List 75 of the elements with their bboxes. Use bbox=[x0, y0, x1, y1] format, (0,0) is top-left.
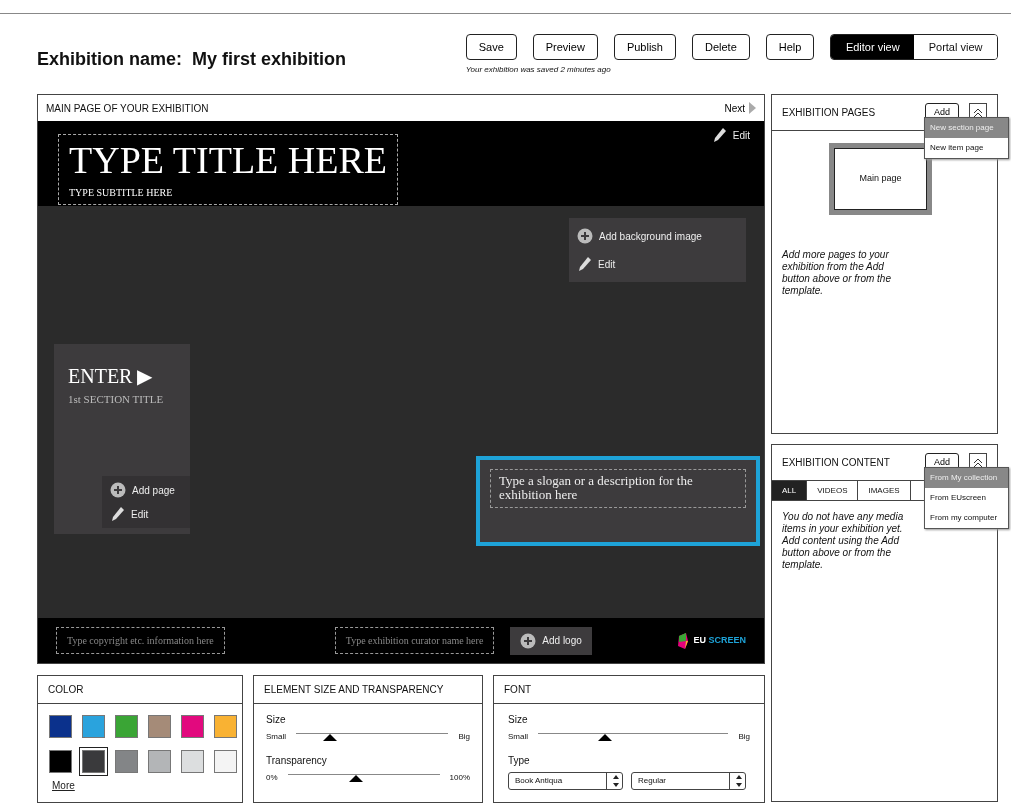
select-field[interactable]: Book Antiqua bbox=[508, 772, 623, 790]
toolbar-button[interactable]: Save bbox=[465, 34, 517, 60]
panel-title: EXHIBITION CONTENT bbox=[782, 456, 890, 470]
action-button[interactable]: Edit bbox=[102, 502, 157, 526]
curator-field[interactable]: Type exhibition curator name here bbox=[334, 627, 495, 654]
logo-icon bbox=[677, 632, 690, 649]
toolbar-button[interactable]: Help bbox=[765, 34, 815, 60]
type-label: Type bbox=[508, 754, 531, 768]
slider-max-label: 100% bbox=[449, 772, 470, 784]
panel-title: FONT bbox=[494, 676, 764, 704]
color-swatch[interactable] bbox=[145, 747, 174, 776]
slider-thumb[interactable] bbox=[322, 734, 337, 741]
menu-item[interactable]: From my computer bbox=[925, 508, 1008, 528]
content-tab[interactable]: ALL bbox=[772, 481, 808, 500]
slogan-field[interactable]: Type a slogan or a description for the exhibition here bbox=[490, 469, 746, 508]
color-swatch[interactable] bbox=[211, 712, 240, 741]
action-button[interactable]: Edit bbox=[569, 250, 624, 278]
title-placeholder: TYPE TITLE HERE bbox=[69, 141, 388, 181]
empty-hint: Add more pages to your exhibition from the Add button above or from the template. bbox=[780, 249, 892, 297]
triangle-icon bbox=[749, 102, 756, 114]
select-field[interactable]: Regular bbox=[631, 772, 746, 790]
title-field[interactable]: TYPE TITLE HERE TYPE SUBTITLE HERE bbox=[58, 134, 399, 205]
save-status: Your exhibition was saved 2 minutes ago bbox=[465, 64, 612, 76]
slider-label: Size bbox=[266, 713, 287, 727]
plus-icon bbox=[110, 482, 126, 498]
empty-hint: You do not have any media items in your exhibition yet. Add content using the Add button above or from the template. bbox=[780, 511, 905, 571]
spinner-icon bbox=[729, 772, 745, 790]
color-swatch[interactable] bbox=[112, 712, 141, 741]
slider-thumb[interactable] bbox=[597, 734, 612, 741]
menu-item[interactable]: From EUscreen bbox=[925, 488, 1008, 508]
copyright-field[interactable]: Type copyright etc. information here bbox=[56, 627, 225, 654]
panel-title: MAIN PAGE OF YOUR EXHIBITION bbox=[46, 101, 209, 116]
slider-min-label: Small bbox=[266, 731, 286, 743]
chevron-icon bbox=[972, 106, 984, 119]
color-swatch[interactable] bbox=[79, 747, 108, 776]
chevron-icon bbox=[972, 456, 984, 469]
color-swatch[interactable] bbox=[145, 712, 174, 741]
color-swatch[interactable] bbox=[79, 712, 108, 741]
slider-max-label: Big bbox=[738, 731, 750, 743]
spinner-icon bbox=[606, 772, 622, 790]
next-link[interactable]: Next bbox=[724, 100, 756, 116]
section-title: 1st SECTION TITLE bbox=[68, 392, 164, 407]
slider-thumb[interactable] bbox=[348, 775, 363, 782]
color-swatch[interactable] bbox=[178, 747, 207, 776]
plus-icon bbox=[577, 228, 593, 244]
section-enter-link[interactable]: ENTER ▶ bbox=[68, 361, 153, 391]
slider-min-label: 0% bbox=[266, 772, 278, 784]
slider-max-label: Big bbox=[458, 731, 470, 743]
logo-text: EU SCREEN bbox=[693, 633, 746, 647]
color-swatch[interactable] bbox=[178, 712, 207, 741]
toolbar-button[interactable]: Publish bbox=[613, 34, 676, 60]
color-swatch[interactable] bbox=[46, 747, 75, 776]
panel-title: COLOR bbox=[38, 676, 242, 704]
pencil-icon bbox=[711, 127, 727, 143]
color-swatch[interactable] bbox=[46, 712, 75, 741]
subtitle-placeholder: TYPE SUBTITLE HERE bbox=[69, 185, 174, 200]
add-logo-button[interactable]: Add logo bbox=[510, 626, 592, 655]
action-button[interactable]: Edit bbox=[703, 121, 758, 149]
panel-title: ELEMENT SIZE AND TRANSPARENCY bbox=[254, 676, 482, 704]
view-tab[interactable]: Editor view bbox=[831, 35, 915, 59]
exhibition-name: Exhibition name: My first exhibition bbox=[37, 48, 348, 71]
more-link[interactable]: More bbox=[52, 778, 75, 793]
slider-min-label: Small bbox=[508, 731, 528, 743]
toolbar-button[interactable]: Preview bbox=[532, 34, 598, 60]
toolbar-button[interactable]: Delete bbox=[691, 34, 750, 60]
panel-title: EXHIBITION PAGES bbox=[782, 106, 876, 120]
color-swatch[interactable] bbox=[211, 747, 240, 776]
action-button[interactable]: Add background image bbox=[569, 222, 710, 250]
slider-label: Transparency bbox=[266, 754, 328, 768]
pencil-icon bbox=[577, 256, 592, 272]
plus-icon bbox=[520, 632, 537, 649]
pencil-icon bbox=[110, 506, 125, 522]
action-button[interactable]: Add page bbox=[102, 478, 183, 502]
color-swatch[interactable] bbox=[112, 747, 141, 776]
slider-label: Size bbox=[508, 713, 529, 727]
